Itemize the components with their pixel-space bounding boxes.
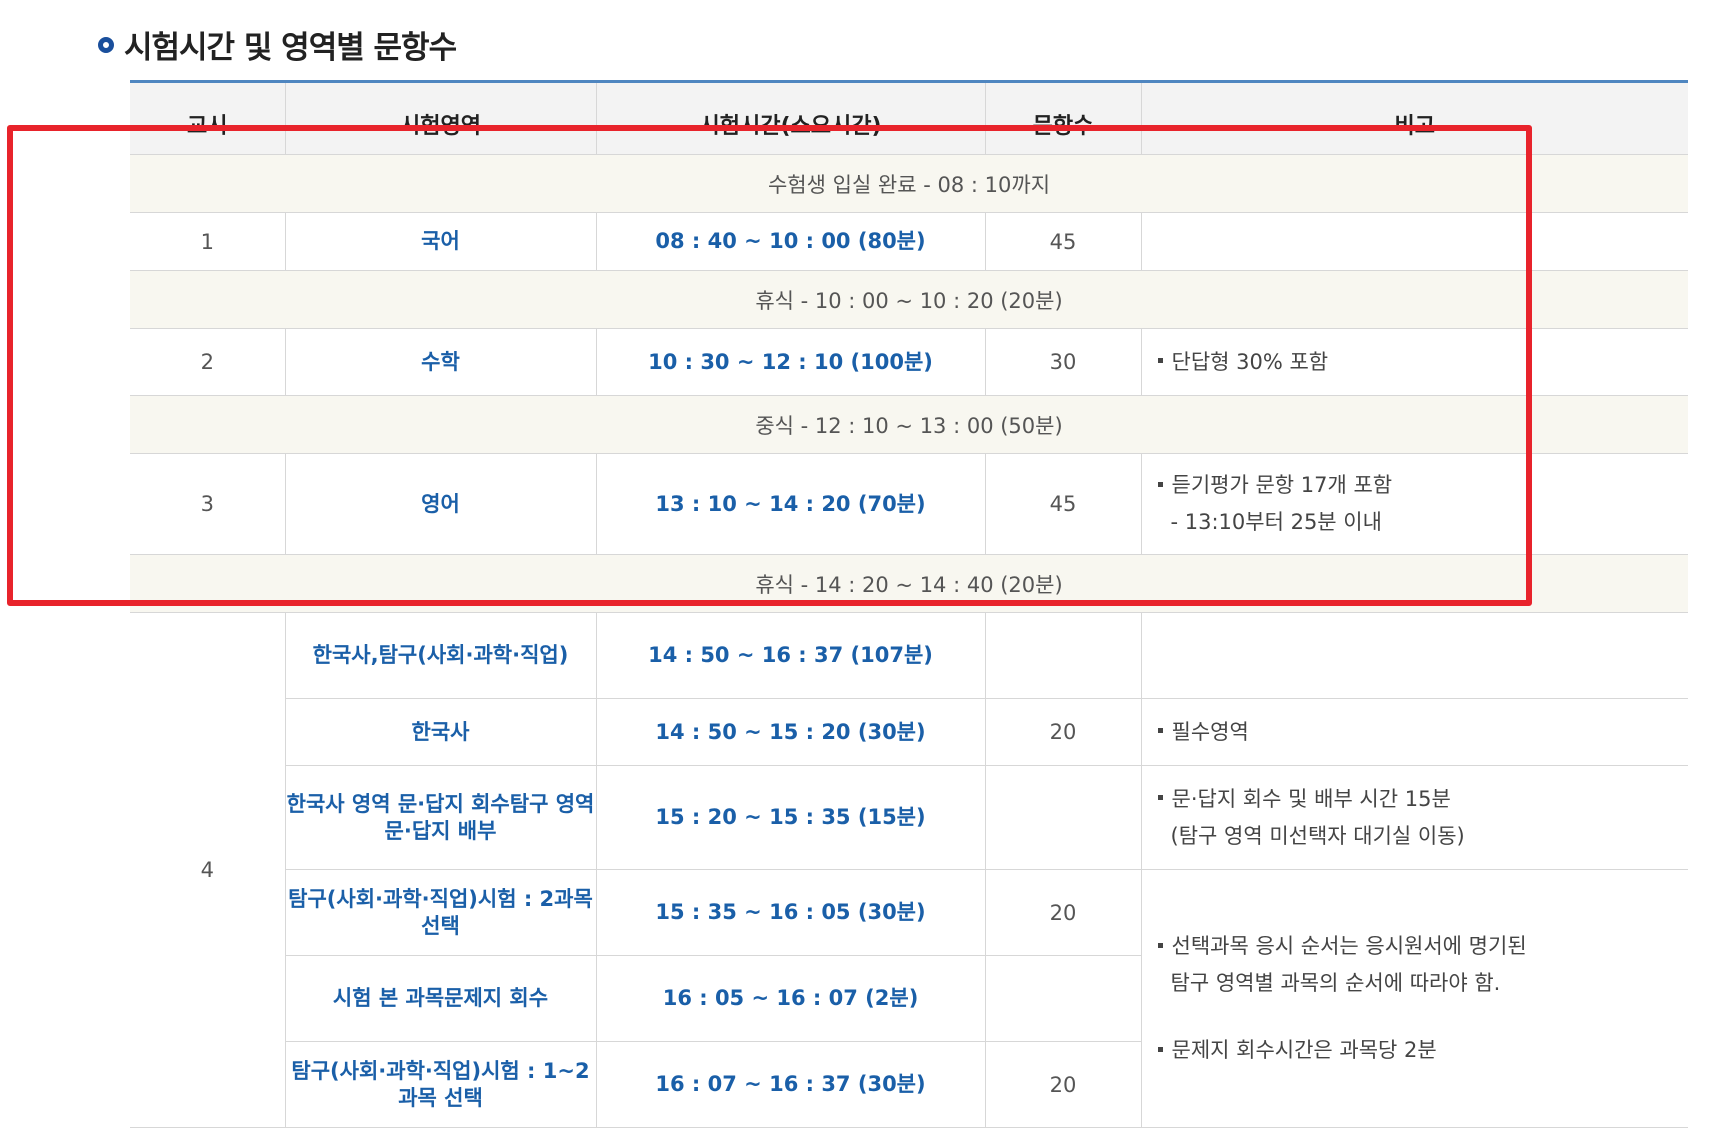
table-header-row: 교시 시험영역 시험시간(소요시간) 문항수 비고 [130, 81, 1688, 155]
table-row: 한국사 영역 문·답지 회수탐구 영역 문·답지 배부 15 : 20 ~ 15… [130, 765, 1688, 870]
time-cell: 10 : 30 ~ 12 : 10 (100분) [595, 328, 985, 396]
subject-cell: 국어 [284, 212, 596, 271]
time-cell: 14 : 50 ~ 15 : 20 (30분) [595, 698, 985, 766]
time-cell: 14 : 50 ~ 16 : 37 (107분) [595, 612, 985, 699]
header-remark: 비고 [1140, 81, 1688, 155]
table-row: 4 한국사,탐구(사회·과학·직업) 14 : 50 ~ 16 : 37 (10… [130, 612, 1688, 1128]
subject-cell: 한국사 [284, 698, 596, 766]
count-cell: 20 [984, 698, 1141, 766]
count-cell: 30 [984, 328, 1141, 396]
band-row-break: 휴식 - 14 : 20 ~ 14 : 40 (20분) [130, 554, 1688, 613]
header-subject: 시험영역 [284, 81, 596, 155]
remark-cell [1140, 212, 1688, 271]
table-row: 탐구(사회·과학·직업)시험 : 2과목 선택 15 : 35 ~ 16 : 0… [130, 869, 1688, 1128]
time-cell: 08 : 40 ~ 10 : 00 (80분) [595, 212, 985, 271]
time-cell: 16 : 05 ~ 16 : 07 (2분) [595, 955, 985, 1042]
period-cell: 2 [130, 328, 285, 396]
square-bullet-icon [1157, 481, 1163, 487]
band-row-lunch: 중식 - 12 : 10 ~ 13 : 00 (50분) [130, 395, 1688, 454]
time-cell: 16 : 07 ~ 16 : 37 (30분) [595, 1041, 985, 1128]
break-notice: 휴식 - 14 : 20 ~ 14 : 40 (20분) [130, 554, 1688, 613]
remark-cell [1140, 612, 1688, 699]
square-bullet-icon [1157, 795, 1163, 800]
period-cell: 1 [130, 212, 285, 271]
time-cell: 13 : 10 ~ 14 : 20 (70분) [595, 453, 985, 555]
table-row: 2 수학 10 : 30 ~ 12 : 10 (100분) 30 단답형 30%… [130, 328, 1688, 396]
count-cell [984, 955, 1141, 1042]
remark-cell-merged: 선택과목 응시 순서는 응시원서에 명기된 탐구 영역별 과목의 순서에 따라야… [1140, 869, 1688, 1128]
break-notice: 휴식 - 10 : 00 ~ 10 : 20 (20분) [130, 270, 1688, 329]
header-time: 시험시간(소요시간) [595, 81, 985, 155]
lunch-notice: 중식 - 12 : 10 ~ 13 : 00 (50분) [130, 395, 1688, 454]
count-cell [984, 612, 1141, 699]
subject-cell: 한국사,탐구(사회·과학·직업) [284, 612, 596, 699]
count-cell [984, 765, 1141, 870]
square-bullet-icon [1157, 358, 1163, 363]
count-cell: 45 [984, 453, 1141, 555]
circle-bullet-icon [98, 36, 114, 53]
exam-schedule-table: 교시 시험영역 시험시간(소요시간) 문항수 비고 수험생 입실 완료 - 08… [130, 80, 1688, 1128]
period-cell: 4 [130, 612, 285, 1128]
page-title: 시험시간 및 영역별 문항수 [124, 30, 457, 66]
table-row: 한국사 14 : 50 ~ 15 : 20 (30분) 20 필수영역 [130, 698, 1688, 766]
table-row: 1 국어 08 : 40 ~ 10 : 00 (80분) 45 [130, 212, 1688, 271]
time-cell: 15 : 20 ~ 15 : 35 (15분) [595, 765, 985, 870]
table-row: 3 영어 13 : 10 ~ 14 : 20 (70분) 45 듣기평가 문항 … [130, 453, 1688, 555]
time-cell: 15 : 35 ~ 16 : 05 (30분) [595, 869, 985, 956]
subject-cell: 영어 [284, 453, 596, 555]
square-bullet-icon [1157, 728, 1163, 733]
subject-cell: 탐구(사회·과학·직업)시험 : 1~2과목 선택 [284, 1041, 596, 1128]
period-cell: 3 [130, 453, 285, 555]
remark-cell: 듣기평가 문항 17개 포함 - 13:10부터 25분 이내 [1140, 453, 1688, 555]
remark-cell: 필수영역 [1140, 698, 1688, 766]
header-count: 문항수 [984, 81, 1141, 155]
count-cell: 20 [984, 1041, 1141, 1128]
remark-cell: 문·답지 회수 및 배부 시간 15분 (탐구 영역 미선택자 대기실 이동) [1140, 765, 1688, 870]
subject-cell: 수학 [284, 328, 596, 396]
section-title: 시험시간 및 영역별 문항수 [98, 22, 457, 67]
square-bullet-icon [1157, 942, 1163, 948]
count-cell: 20 [984, 869, 1141, 956]
subject-cell: 한국사 영역 문·답지 회수탐구 영역 문·답지 배부 [284, 765, 596, 870]
subject-cell: 탐구(사회·과학·직업)시험 : 2과목 선택 [284, 869, 596, 956]
remark-cell: 단답형 30% 포함 [1140, 328, 1688, 396]
band-row-entry: 수험생 입실 완료 - 08 : 10까지 [130, 154, 1688, 213]
entry-notice: 수험생 입실 완료 - 08 : 10까지 [130, 154, 1688, 213]
header-period: 교시 [130, 81, 285, 155]
square-bullet-icon [1157, 1046, 1163, 1052]
subject-cell: 시험 본 과목문제지 회수 [284, 955, 596, 1042]
count-cell: 45 [984, 212, 1141, 271]
band-row-break: 휴식 - 10 : 00 ~ 10 : 20 (20분) [130, 270, 1688, 329]
